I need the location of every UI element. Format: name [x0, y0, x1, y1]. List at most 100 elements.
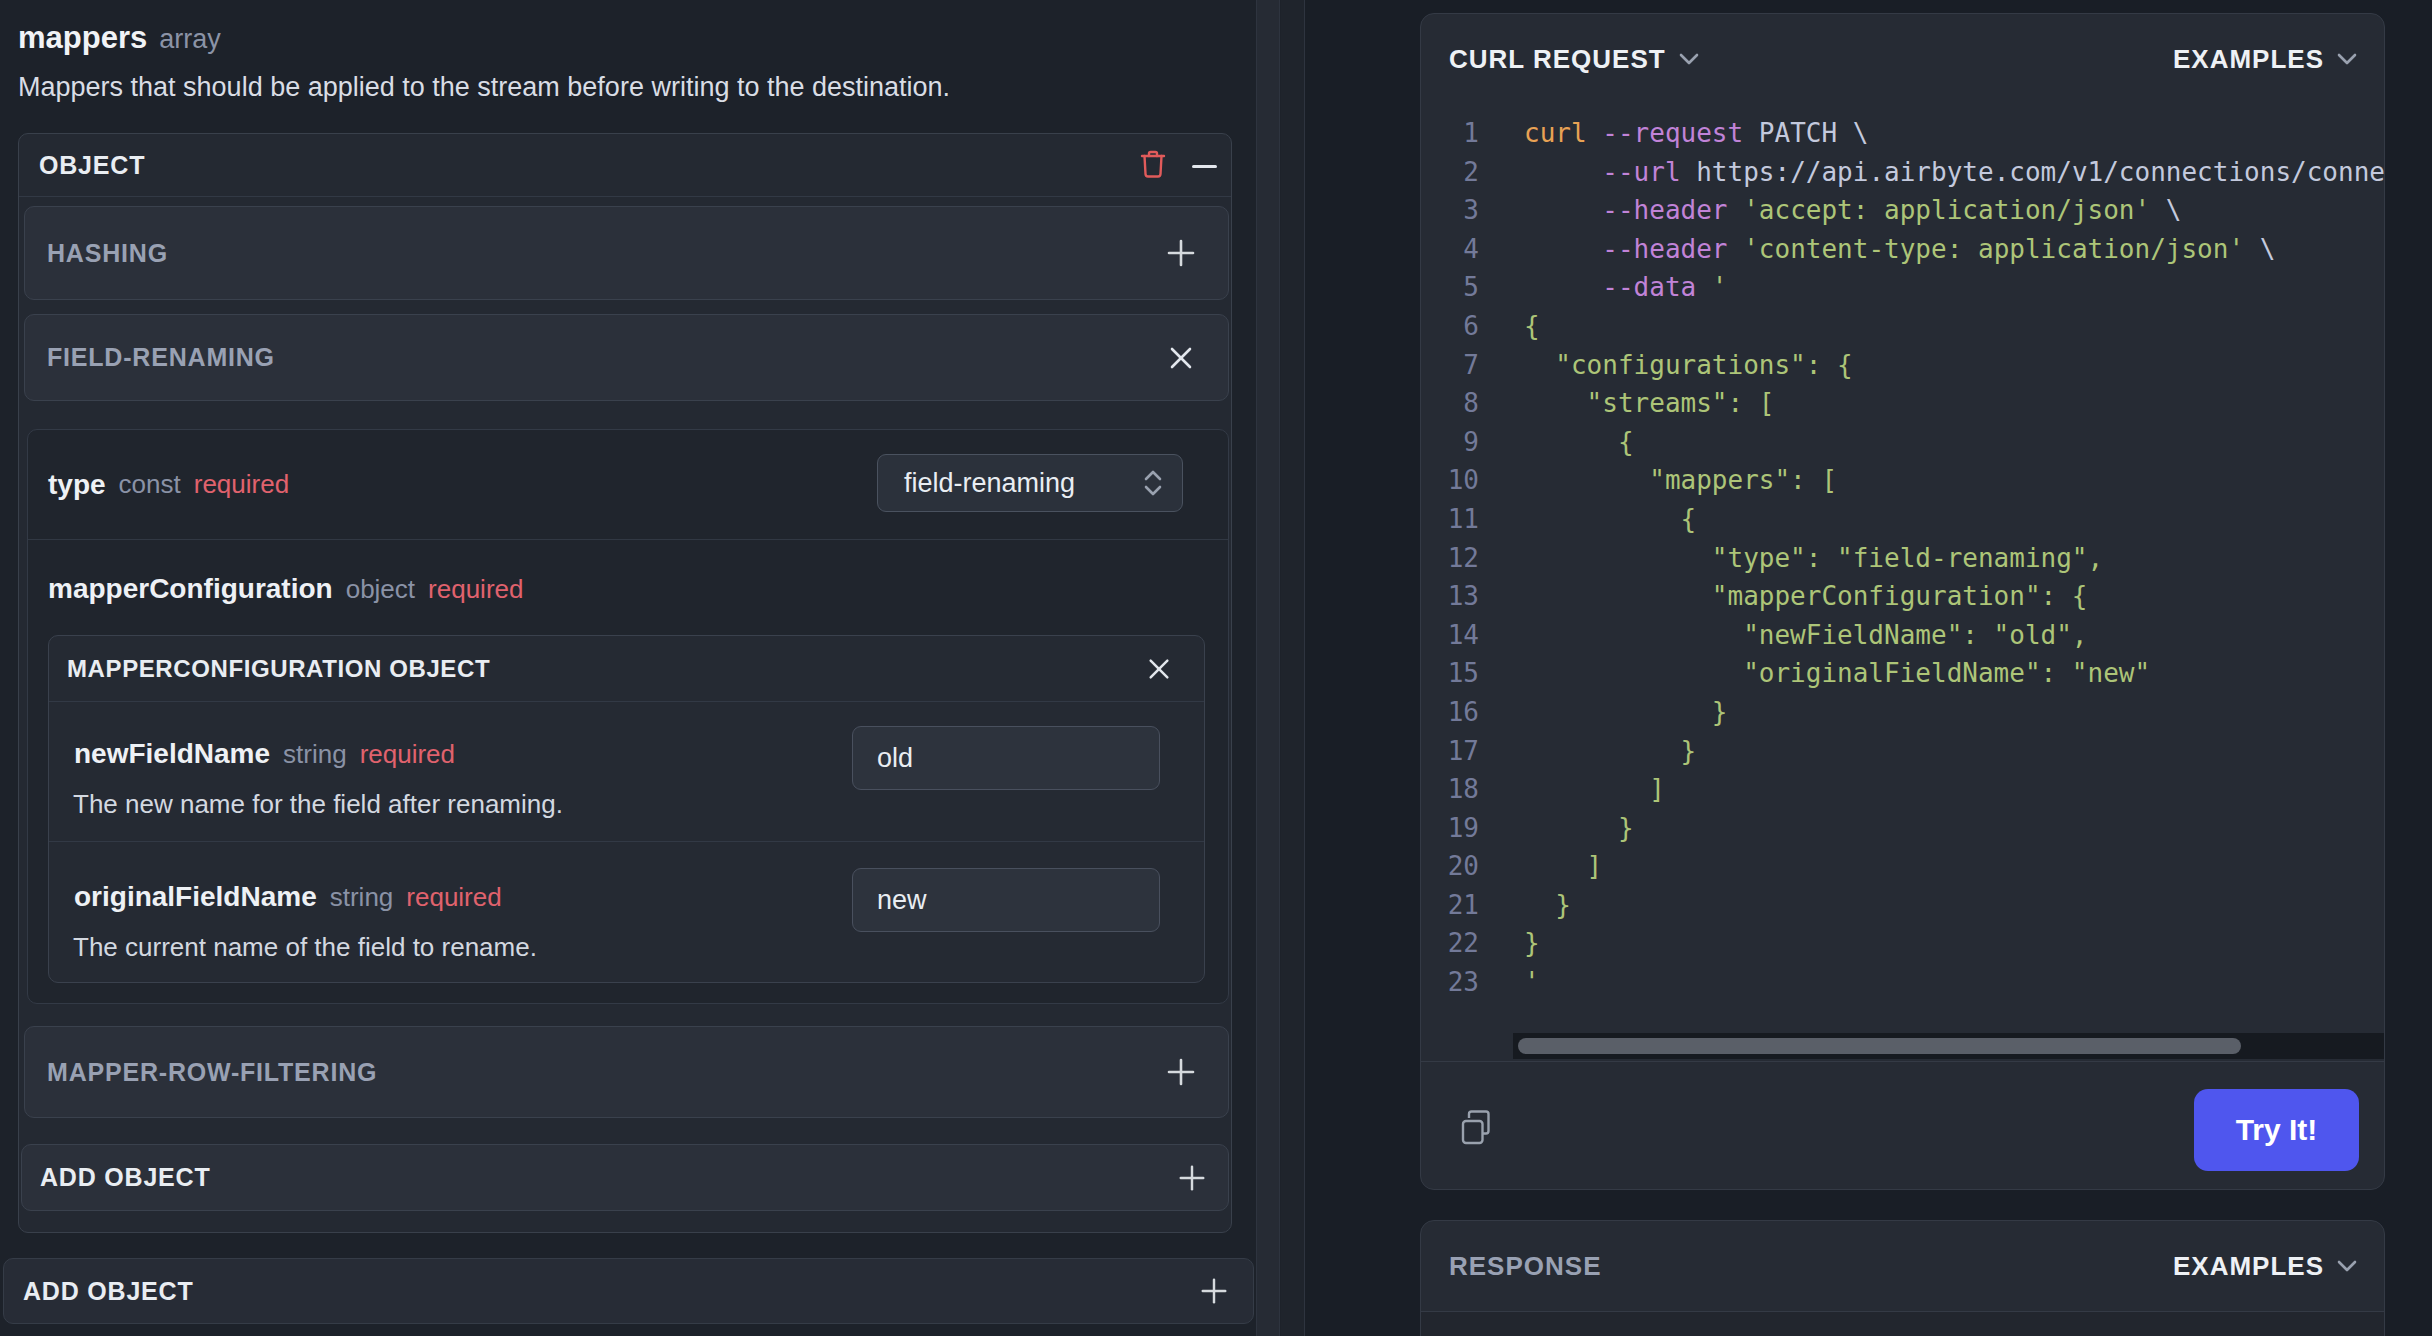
curl-request-card: CURL REQUEST EXAMPLES 1curl --request PA…	[1420, 13, 2385, 1190]
curl-request-title: CURL REQUEST	[1449, 44, 1666, 75]
field-required-badge: required	[360, 739, 455, 770]
add-object-label: ADD OBJECT	[40, 1145, 211, 1210]
response-examples-dropdown[interactable]: EXAMPLES	[2173, 1221, 2358, 1311]
code-line: 12 "type": "field-renaming",	[1421, 539, 2384, 578]
type-select-value: field-renaming	[878, 468, 1140, 499]
response-title: RESPONSE	[1449, 1221, 1602, 1311]
close-icon	[1146, 656, 1172, 682]
remove-field-renaming-button[interactable]	[1164, 341, 1198, 375]
new-field-name-input[interactable]	[852, 726, 1160, 790]
response-body	[1421, 1312, 2384, 1336]
remove-mapper-configuration-button[interactable]	[1142, 652, 1176, 686]
code-line: 8 "streams": [	[1421, 384, 2384, 423]
code-line: 1curl --request PATCH \	[1421, 114, 2384, 153]
code-line: 4 --header 'content-type: application/js…	[1421, 230, 2384, 269]
examples-dropdown[interactable]: EXAMPLES	[2173, 14, 2358, 104]
code-line: 19 }	[1421, 809, 2384, 848]
new-field-name-label: newFieldName string required	[74, 738, 455, 770]
object-panel-title: OBJECT	[39, 134, 145, 197]
original-field-name-label: originalFieldName string required	[74, 881, 502, 913]
examples-label: EXAMPLES	[2173, 1251, 2324, 1282]
mapper-configuration-label: mapperConfiguration object required	[48, 540, 523, 638]
mapper-row-filtering-section[interactable]: MAPPER-ROW-FILTERING	[24, 1026, 1229, 1118]
code-line: 17 }	[1421, 732, 2384, 771]
property-description: Mappers that should be applied to the st…	[18, 72, 950, 103]
curl-request-dropdown[interactable]: CURL REQUEST	[1449, 14, 1700, 104]
copy-code-button[interactable]	[1454, 1106, 1498, 1150]
add-object-button-inner[interactable]: ADD OBJECT	[21, 1144, 1229, 1211]
original-field-name-row: originalFieldName string required The cu…	[49, 842, 1204, 984]
field-renaming-form: type const required field-renaming mappe…	[27, 429, 1229, 1004]
code-line: 18 ]	[1421, 770, 2384, 809]
mapper-configuration-object-panel: MAPPERCONFIGURATION OBJECT newFieldName …	[48, 635, 1205, 983]
code-line: 3 --header 'accept: application/json' \	[1421, 191, 2384, 230]
chevron-down-icon	[1678, 52, 1700, 66]
response-card: RESPONSE EXAMPLES	[1420, 1220, 2385, 1336]
close-icon	[1167, 344, 1195, 372]
field-description: The new name for the field after renamin…	[73, 789, 563, 820]
plus-icon-wrap	[1197, 1274, 1231, 1308]
chevron-down-icon	[2336, 52, 2358, 66]
plus-icon	[1199, 1276, 1229, 1306]
code-line: 20 ]	[1421, 847, 2384, 886]
property-title: mappers array	[18, 20, 221, 56]
field-type: string	[330, 882, 394, 913]
type-field-label: type const required	[48, 430, 289, 539]
code-line: 16 }	[1421, 693, 2384, 732]
plus-icon	[1165, 1056, 1197, 1088]
examples-label: EXAMPLES	[2173, 44, 2324, 75]
add-object-button-outer[interactable]: ADD OBJECT	[3, 1258, 1254, 1324]
copy-icon	[1457, 1108, 1495, 1148]
code-line: 5 --data '	[1421, 268, 2384, 307]
hashing-label: HASHING	[47, 207, 168, 299]
code-line: 21 }	[1421, 886, 2384, 925]
type-field-row: type const required field-renaming	[28, 430, 1228, 540]
mapper-configuration-object-header: MAPPERCONFIGURATION OBJECT	[49, 636, 1204, 702]
mapper-configuration-object-title: MAPPERCONFIGURATION OBJECT	[67, 636, 490, 702]
field-name: newFieldName	[74, 738, 270, 770]
collapse-object-button[interactable]	[1187, 149, 1221, 183]
code-line: 15 "originalFieldName": "new"	[1421, 654, 2384, 693]
field-renaming-section[interactable]: FIELD-RENAMING	[24, 314, 1229, 401]
field-type: string	[283, 739, 347, 770]
horizontal-scrollbar[interactable]	[1513, 1033, 2384, 1059]
code-line: 13 "mapperConfiguration": {	[1421, 577, 2384, 616]
add-hashing-button[interactable]	[1164, 236, 1198, 270]
select-chevrons-icon	[1140, 467, 1166, 499]
plus-icon	[1165, 237, 1197, 269]
code-line: 22}	[1421, 924, 2384, 963]
field-renaming-label: FIELD-RENAMING	[47, 315, 275, 400]
api-docs-page: mappers array Mappers that should be appl…	[0, 0, 2432, 1336]
minus-icon	[1192, 165, 1217, 168]
code-line: 11 {	[1421, 500, 2384, 539]
property-type: array	[159, 24, 221, 54]
code-line: 7 "configurations": {	[1421, 346, 2384, 385]
delete-object-button[interactable]	[1137, 149, 1169, 183]
field-name: mapperConfiguration	[48, 573, 333, 605]
pane-scrollbar-gutter[interactable]	[1256, 0, 1280, 1336]
trash-icon	[1140, 149, 1166, 183]
field-required-badge: required	[428, 574, 523, 605]
code-block[interactable]: 1curl --request PATCH \2 --url https://a…	[1421, 114, 2384, 1002]
field-description: The current name of the field to rename.	[73, 932, 537, 963]
original-field-name-input[interactable]	[852, 868, 1160, 932]
pane-divider	[1281, 0, 1304, 1336]
field-type: const	[119, 469, 181, 500]
add-object-label: ADD OBJECT	[23, 1259, 194, 1323]
object-panel-header: OBJECT	[19, 134, 1231, 197]
field-name: originalFieldName	[74, 881, 317, 913]
code-line: 6{	[1421, 307, 2384, 346]
hashing-section[interactable]: HASHING	[24, 206, 1229, 300]
type-select[interactable]: field-renaming	[877, 454, 1183, 512]
object-panel: OBJECT HASHING FIELD-RENAMING	[18, 133, 1232, 1233]
plus-icon-wrap	[1175, 1161, 1209, 1195]
divider	[1421, 1061, 2384, 1062]
add-mapper-row-filtering-button[interactable]	[1164, 1055, 1198, 1089]
code-line: 14 "newFieldName": "old",	[1421, 616, 2384, 655]
scrollbar-thumb[interactable]	[1518, 1038, 2241, 1054]
field-required-badge: required	[194, 469, 289, 500]
field-type: object	[346, 574, 415, 605]
code-line: 2 --url https://api.airbyte.com/v1/conne…	[1421, 153, 2384, 192]
property-name: mappers	[18, 20, 147, 55]
try-it-button[interactable]: Try It!	[2194, 1089, 2359, 1171]
